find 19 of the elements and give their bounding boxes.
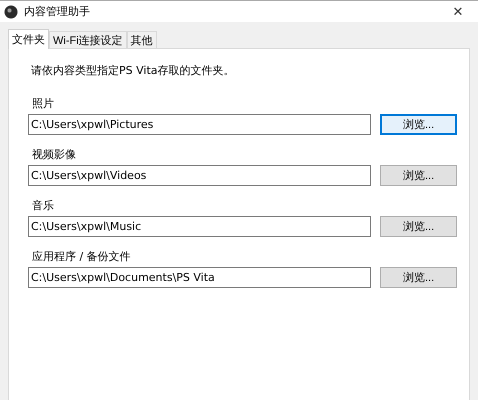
window-title: 内容管理助手: [24, 4, 90, 19]
browse-button[interactable]: 浏览...: [380, 165, 457, 186]
browse-button[interactable]: 浏览...: [380, 216, 457, 237]
path-field[interactable]: C:\Users\xpwl\Videos: [28, 165, 372, 186]
tab[interactable]: 其他: [126, 31, 157, 48]
path-field[interactable]: C:\Users\xpwl\Pictures: [28, 114, 372, 135]
field-label: 视频影像: [32, 147, 77, 162]
field-label: 应用程序 / 备份文件: [32, 249, 132, 264]
instruction-text: 请依内容类型指定PS Vita存取的文件夹。: [31, 63, 236, 78]
app-icon: [4, 4, 18, 18]
tab[interactable]: 文件夹: [8, 29, 49, 49]
path-field[interactable]: C:\Users\xpwl\Music: [28, 216, 372, 237]
browse-button[interactable]: 浏览...: [380, 114, 457, 135]
path-field[interactable]: C:\Users\xpwl\Documents\PS Vita: [28, 267, 372, 288]
tab[interactable]: Wi-Fi连接设定: [49, 31, 127, 48]
browse-button[interactable]: 浏览...: [380, 267, 457, 288]
field-label: 音乐: [32, 198, 55, 213]
close-button[interactable]: ✕: [438, 1, 478, 22]
field-label: 照片: [32, 96, 55, 111]
